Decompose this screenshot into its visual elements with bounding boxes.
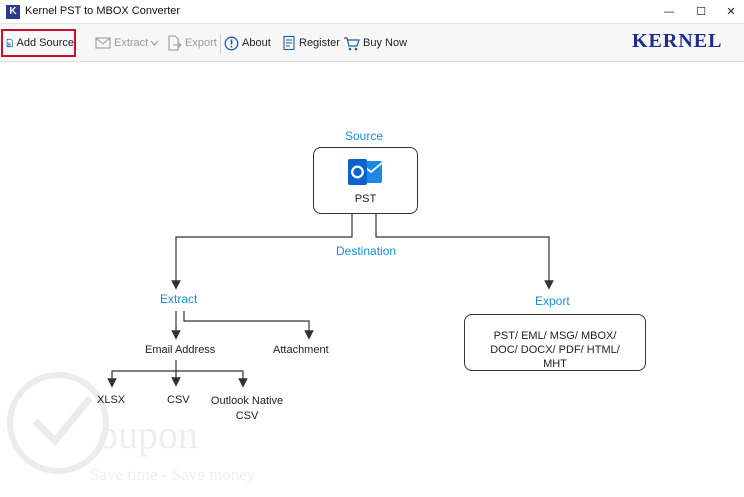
destination-heading: Destination — [336, 244, 397, 258]
buy-now-button[interactable]: Buy Now — [343, 29, 407, 57]
envelope-icon — [95, 37, 111, 49]
add-source-button[interactable]: Add Source — [1, 29, 76, 57]
outlook-icon — [348, 159, 383, 185]
email-address-label: Email Address — [145, 344, 216, 356]
export-label: Export — [185, 37, 217, 49]
maximize-button[interactable]: ☐ — [684, 0, 718, 24]
xlsx-label: XLSX — [97, 394, 126, 406]
title-bar: K Kernel PST to MBOX Converter — ☐ ✕ — [0, 0, 744, 24]
export-formats-box: PST/ EML/ MSG/ MBOX/ DOC/ DOCX/ PDF/ HTM… — [464, 314, 646, 371]
export-heading: Export — [535, 294, 570, 308]
window-title: Kernel PST to MBOX Converter — [25, 5, 181, 17]
extract-heading: Extract — [160, 292, 198, 306]
export-file-icon — [168, 35, 182, 51]
buy-now-label: Buy Now — [363, 37, 408, 49]
cart-icon — [344, 36, 360, 50]
minimize-button[interactable]: — — [652, 0, 686, 24]
export-formats-text: PST/ EML/ MSG/ MBOX/ DOC/ DOCX/ PDF/ HTM… — [490, 330, 620, 370]
pst-label: PST — [354, 193, 377, 205]
kernel-logo: Kernel — [632, 30, 722, 53]
extract-button[interactable]: Extract — [95, 29, 162, 57]
add-file-icon — [6, 38, 13, 48]
add-source-label: Add Source — [16, 37, 74, 49]
attachment-label: Attachment — [273, 344, 329, 356]
source-heading: Source — [345, 129, 384, 143]
about-button[interactable]: About — [224, 29, 271, 57]
export-button[interactable]: Export — [167, 29, 217, 57]
chevron-down-icon — [150, 40, 159, 46]
close-button[interactable]: ✕ — [714, 0, 744, 24]
pst-source-box: PST — [313, 147, 418, 214]
register-icon — [283, 35, 295, 51]
register-button[interactable]: Register — [282, 29, 340, 57]
app-icon: K — [6, 5, 20, 19]
toolbar: Add Source Extract Export About Register… — [0, 24, 744, 62]
outlook-native-csv-label: Outlook Native CSV — [210, 395, 284, 422]
register-label: Register — [299, 37, 340, 49]
about-label: About — [242, 37, 271, 49]
workflow-canvas: oupon Save time - Save money Source PST … — [0, 63, 744, 497]
logo-text: Kernel — [632, 30, 723, 52]
extract-label: Extract — [114, 37, 149, 49]
info-icon — [224, 36, 239, 50]
csv-label: CSV — [167, 394, 190, 406]
toolbar-separator — [220, 34, 221, 54]
